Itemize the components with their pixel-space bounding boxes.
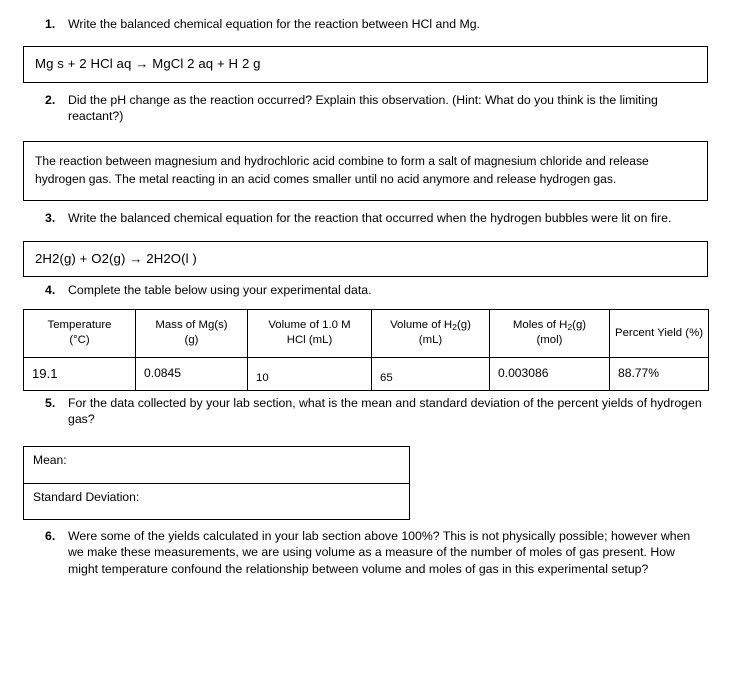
question-1: 1. Write the balanced chemical equation …: [0, 16, 750, 32]
header-mass-mg-line2: (g): [184, 334, 199, 347]
cell-volume-hcl[interactable]: 10: [247, 356, 372, 391]
header-percent-yield-line1: Percent Yield (%): [615, 326, 703, 339]
question-4-text: Complete the table below using your expe…: [68, 283, 372, 298]
question-6: 6. Were some of the yields calculated in…: [0, 528, 750, 577]
question-5-text: For the data collected by your lab secti…: [68, 395, 702, 427]
header-volume-hcl-line2: HCl (mL): [286, 334, 333, 347]
header-volume-hcl: Volume of 1.0 M HCl (mL): [247, 308, 372, 358]
cell-mass-mg[interactable]: 0.0845: [135, 356, 248, 391]
question-2-text: Did the pH change as the reaction occurr…: [68, 92, 658, 124]
question-1-number: 1.: [45, 17, 56, 31]
cell-percent-yield[interactable]: 88.77%: [609, 356, 709, 391]
cell-volume-h2[interactable]: 65: [371, 356, 490, 391]
table-header-row: Temperature (°C) Mass of Mg(s) (g) Volum…: [23, 308, 709, 358]
header-volume-h2: Volume of H2(g) (mL): [371, 308, 490, 358]
table-row: 19.1 0.0845 10 65 0.003086 88.77%: [23, 356, 709, 391]
standard-deviation-label: Standard Deviation:: [33, 489, 140, 504]
cell-temperature[interactable]: 19.1: [23, 356, 136, 391]
question-2: 2. Did the pH change as the reaction occ…: [0, 92, 750, 125]
header-mass-mg-line1: Mass of Mg(s): [155, 319, 228, 332]
equation-1-text: Mg s + 2 HCl aq → MgCl 2 aq + H 2 g: [35, 56, 261, 72]
question-3-text: Write the balanced chemical equation for…: [68, 211, 672, 226]
mean-label: Mean:: [33, 452, 67, 467]
header-volume-h2-line1: Volume of H2(g): [375, 318, 486, 333]
explanation-2-text: The reaction between magnesium and hydro…: [35, 153, 649, 186]
question-5-number: 5.: [45, 395, 56, 410]
header-temperature-line1: Temperature: [47, 319, 112, 332]
header-temperature: Temperature (°C): [23, 308, 136, 358]
header-moles-h2-post: (g): [572, 318, 587, 331]
header-moles-h2: Moles of H2(g) (mol): [489, 308, 610, 358]
header-moles-h2-line1: Moles of H2(g): [493, 318, 606, 333]
question-6-number: 6.: [45, 528, 56, 543]
header-volume-h2-post: (g): [456, 318, 471, 331]
header-mass-mg: Mass of Mg(s) (g): [135, 308, 248, 358]
answer-box-equation-3[interactable]: 2H2(g) + O2(g) → 2H2O(l ): [23, 240, 708, 278]
standard-deviation-field[interactable]: Standard Deviation:: [24, 482, 409, 519]
header-moles-h2-pre: Moles of H: [512, 318, 568, 331]
header-volume-h2-pre: Volume of H: [390, 318, 453, 331]
header-percent-yield: Percent Yield (%): [609, 308, 709, 358]
question-4: 4. Complete the table below using your e…: [0, 282, 750, 298]
question-2-number: 2.: [45, 92, 56, 107]
header-volume-hcl-line1: Volume of 1.0 M: [268, 319, 351, 332]
header-volume-h2-line2: (mL): [418, 334, 443, 347]
cell-moles-h2[interactable]: 0.003086: [489, 356, 610, 391]
worksheet-page: 1. Write the balanced chemical equation …: [0, 0, 750, 683]
question-6-text: Were some of the yields calculated in yo…: [68, 528, 691, 576]
question-1-text: Write the balanced chemical equation for…: [68, 17, 480, 31]
question-5: 5. For the data collected by your lab se…: [0, 395, 750, 428]
header-moles-h2-line2: (mol): [536, 334, 563, 347]
statistics-answer-box: Mean: Standard Deviation:: [23, 445, 410, 520]
equation-3-text: 2H2(g) + O2(g) → 2H2O(l ): [35, 250, 197, 266]
question-3-number: 3.: [45, 211, 56, 226]
mean-field[interactable]: Mean:: [24, 447, 409, 483]
experimental-data-table: Temperature (°C) Mass of Mg(s) (g) Volum…: [23, 308, 709, 391]
header-temperature-line2: (°C): [69, 334, 90, 347]
answer-box-explanation-2[interactable]: The reaction between magnesium and hydro…: [23, 140, 708, 202]
top-spacer: [0, 0, 750, 16]
answer-box-equation-1[interactable]: Mg s + 2 HCl aq → MgCl 2 aq + H 2 g: [23, 46, 708, 83]
question-3: 3. Write the balanced chemical equation …: [0, 210, 750, 226]
question-4-number: 4.: [45, 283, 56, 298]
